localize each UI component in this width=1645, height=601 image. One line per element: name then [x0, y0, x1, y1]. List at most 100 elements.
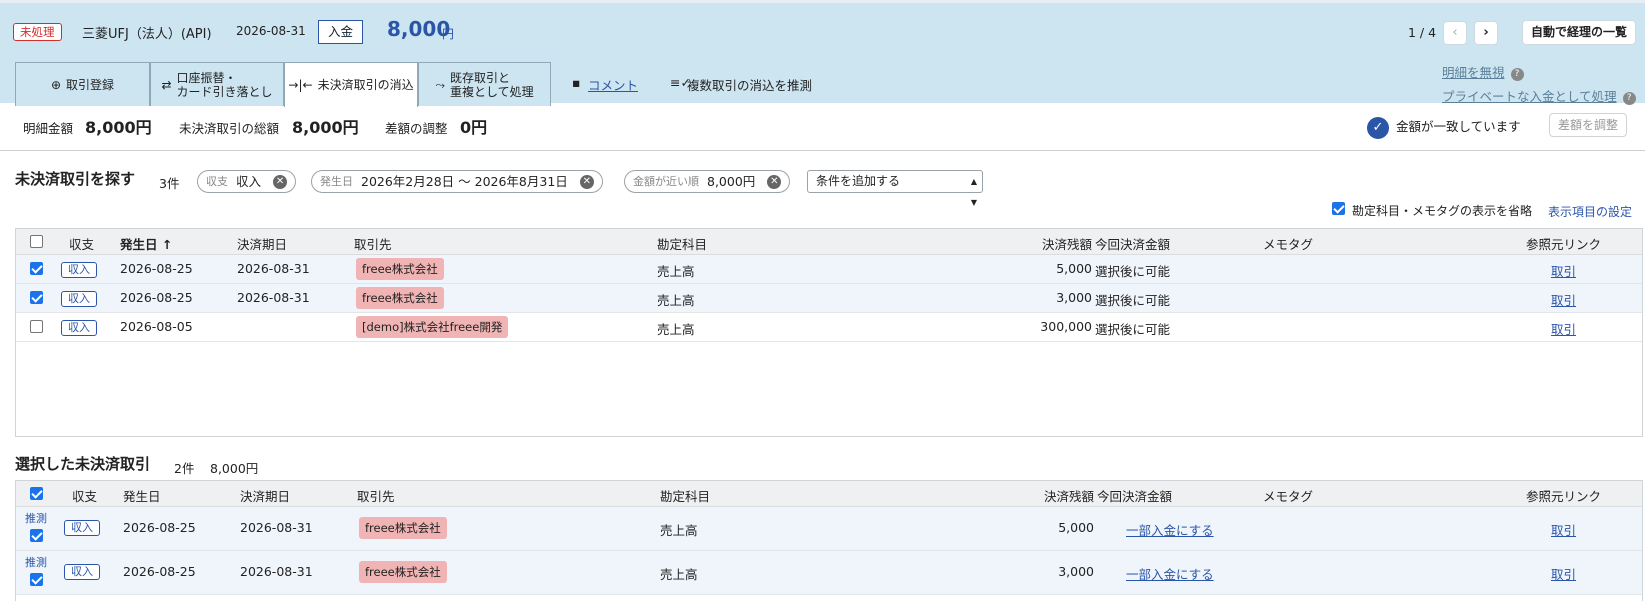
- row-balance: 3,000: [1058, 564, 1094, 579]
- col-account: 勘定科目: [657, 237, 708, 252]
- selected-table: 収支 発生日 決済期日 取引先 勘定科目 決済残額 今回決済金額 メモタグ 参照…: [15, 480, 1643, 601]
- tab-transfer[interactable]: ⇄ 口座振替・ カード引き落とし: [150, 62, 284, 106]
- row-link[interactable]: 取引: [1551, 520, 1576, 539]
- unsettled-table: 収支 発生日 ↑ 決済期日 取引先 勘定科目 決済残額 今回決済金額 メモタグ …: [15, 228, 1643, 437]
- col-date: 発生日: [123, 489, 161, 504]
- col-date[interactable]: 発生日 ↑: [120, 234, 172, 253]
- transfer-arrows-icon: ⇄: [161, 77, 172, 92]
- chip-key: 金額が近い順: [633, 175, 699, 188]
- merge-arrows-icon: ⤳: [435, 77, 445, 92]
- adjust-diff-button[interactable]: 差額を調整: [1549, 113, 1628, 137]
- partner-tag: freee株式会社: [359, 561, 447, 583]
- chip-key: 収支: [206, 175, 228, 188]
- row-payment: 選択後に可能: [1095, 322, 1171, 337]
- row-checkbox[interactable]: [30, 529, 43, 542]
- select-all-checkbox[interactable]: [30, 235, 43, 248]
- row-link[interactable]: 取引: [1551, 319, 1576, 338]
- ignore-detail-label: 明細を無視: [1442, 65, 1505, 80]
- row-checkbox[interactable]: [30, 291, 43, 304]
- row-link[interactable]: 取引: [1551, 290, 1576, 309]
- row-due: 2026-08-31: [237, 290, 310, 305]
- table-header: 収支 発生日 ↑ 決済期日 取引先 勘定科目 決済残額 今回決済金額 メモタグ …: [16, 229, 1642, 255]
- bank-name: 三菱UFJ（法人）(API): [82, 27, 212, 42]
- add-condition-select[interactable]: 条件を追加する ▲ ▼: [807, 170, 983, 207]
- filter-chip-date[interactable]: 発生日 2026年2月28日 〜 2026年8月31日 ✕: [311, 170, 603, 193]
- row-account: 売上高: [657, 293, 695, 308]
- transaction-date: 2026-08-31: [236, 24, 306, 38]
- row-due: 2026-08-31: [240, 520, 313, 535]
- col-memo: メモタグ: [1263, 489, 1314, 504]
- col-type: 収支: [72, 489, 98, 504]
- tab-register[interactable]: ⊕ 取引登録: [15, 62, 150, 106]
- selected-row[interactable]: 推測 収入 2026-08-25 2026-08-31 freee株式会社 売上…: [16, 551, 1642, 595]
- col-date-label: 発生日: [120, 237, 158, 252]
- check-circle-icon: ✓: [1367, 117, 1389, 139]
- tab-duplicate[interactable]: ⤳ 既存取引と 重複として処理: [418, 62, 551, 106]
- close-icon[interactable]: ✕: [579, 174, 594, 189]
- row-balance: 3,000: [1056, 290, 1092, 305]
- row-due: 2026-08-31: [237, 261, 310, 276]
- chevron-right-icon[interactable]: ›: [1474, 21, 1498, 45]
- col-link: 参照元リンク: [1526, 489, 1602, 504]
- row-balance: 5,000: [1056, 261, 1092, 276]
- chip-value: 収入: [236, 174, 262, 189]
- row-account: 売上高: [657, 322, 695, 337]
- amount-unit: 円: [442, 27, 455, 41]
- ignore-detail-link[interactable]: 明細を無視?: [1442, 62, 1524, 81]
- detail-amount-label: 明細金額: [23, 121, 74, 136]
- type-tag: 収入: [61, 320, 97, 336]
- table-row[interactable]: 収入 2026-08-25 2026-08-31 freee株式会社 売上高 5…: [16, 255, 1642, 284]
- close-icon[interactable]: ✕: [767, 174, 782, 189]
- transaction-amount: 8,000: [387, 17, 451, 41]
- estimate-label: 推測: [25, 512, 47, 525]
- col-balance: 決済残額: [1043, 489, 1094, 504]
- match-status-text: 金額が一致しています: [1396, 119, 1521, 134]
- row-balance: 300,000: [1040, 319, 1092, 334]
- auto-accounting-list-button[interactable]: 自動で経理の一覧: [1522, 20, 1637, 45]
- help-icon[interactable]: ?: [1510, 68, 1524, 81]
- chevron-left-icon[interactable]: ‹: [1443, 21, 1467, 45]
- col-account: 勘定科目: [660, 489, 711, 504]
- pager-text: 1 / 4: [1408, 25, 1437, 40]
- chip-value: 8,000円: [707, 174, 756, 189]
- partial-payment-link[interactable]: 一部入金にする: [1126, 520, 1214, 539]
- row-checkbox[interactable]: [30, 320, 43, 333]
- partner-tag: freee株式会社: [356, 258, 444, 280]
- selected-section-title: 選択した未決済取引: [15, 455, 151, 473]
- omit-checkbox[interactable]: [1332, 202, 1345, 215]
- table-row[interactable]: 収入 2026-08-25 2026-08-31 freee株式会社 売上高 3…: [16, 284, 1642, 313]
- row-checkbox[interactable]: [30, 573, 43, 586]
- partial-payment-link[interactable]: 一部入金にする: [1126, 564, 1214, 583]
- close-icon[interactable]: ✕: [273, 174, 288, 189]
- comment-link[interactable]: コメント: [588, 75, 638, 94]
- display-settings-link[interactable]: 表示項目の設定: [1548, 203, 1632, 220]
- row-link[interactable]: 取引: [1551, 564, 1576, 583]
- select-all-checkbox[interactable]: [30, 487, 43, 500]
- row-balance: 5,000: [1058, 520, 1094, 535]
- row-account: 売上高: [660, 523, 698, 538]
- diff-amount: 0円: [460, 118, 488, 137]
- tab-label: 既存取引と 重複として処理: [449, 70, 534, 99]
- type-tag: 収入: [64, 520, 100, 536]
- estimate-multi-link[interactable]: 複数取引の消込を推測: [687, 75, 812, 94]
- detail-amount: 8,000円: [85, 118, 152, 137]
- partner-tag: freee株式会社: [356, 287, 444, 309]
- comment-icon: ▪: [572, 75, 581, 90]
- row-date: 2026-08-25: [123, 520, 196, 535]
- filter-chip-type[interactable]: 収支 収入 ✕: [197, 170, 297, 193]
- filter-chip-amount[interactable]: 金額が近い順 8,000円 ✕: [624, 170, 791, 193]
- unsettled-total-label: 未決済取引の総額: [179, 121, 280, 136]
- omit-label: 勘定科目・メモタグの表示を省略: [1352, 204, 1533, 218]
- private-deposit-link[interactable]: プライベートな入金として処理?: [1442, 86, 1636, 105]
- table-row[interactable]: 収入 2026-08-05 [demo]株式会社freee開発 売上高 300,…: [16, 313, 1642, 342]
- tab-reconcile[interactable]: →|← 未決済取引の消込: [284, 62, 418, 107]
- row-checkbox[interactable]: [30, 262, 43, 275]
- row-link[interactable]: 取引: [1551, 261, 1576, 280]
- col-due: 決済期日: [237, 237, 288, 252]
- selected-row[interactable]: 推測 収入 2026-08-25 2026-08-31 freee株式会社 売上…: [16, 507, 1642, 551]
- row-date: 2026-08-25: [120, 261, 193, 276]
- table-header: 収支 発生日 決済期日 取引先 勘定科目 決済残額 今回決済金額 メモタグ 参照…: [16, 481, 1642, 507]
- col-payment: 今回決済金額: [1097, 489, 1173, 504]
- help-icon[interactable]: ?: [1622, 92, 1636, 105]
- chip-value: 2026年2月28日 〜 2026年8月31日: [361, 174, 568, 189]
